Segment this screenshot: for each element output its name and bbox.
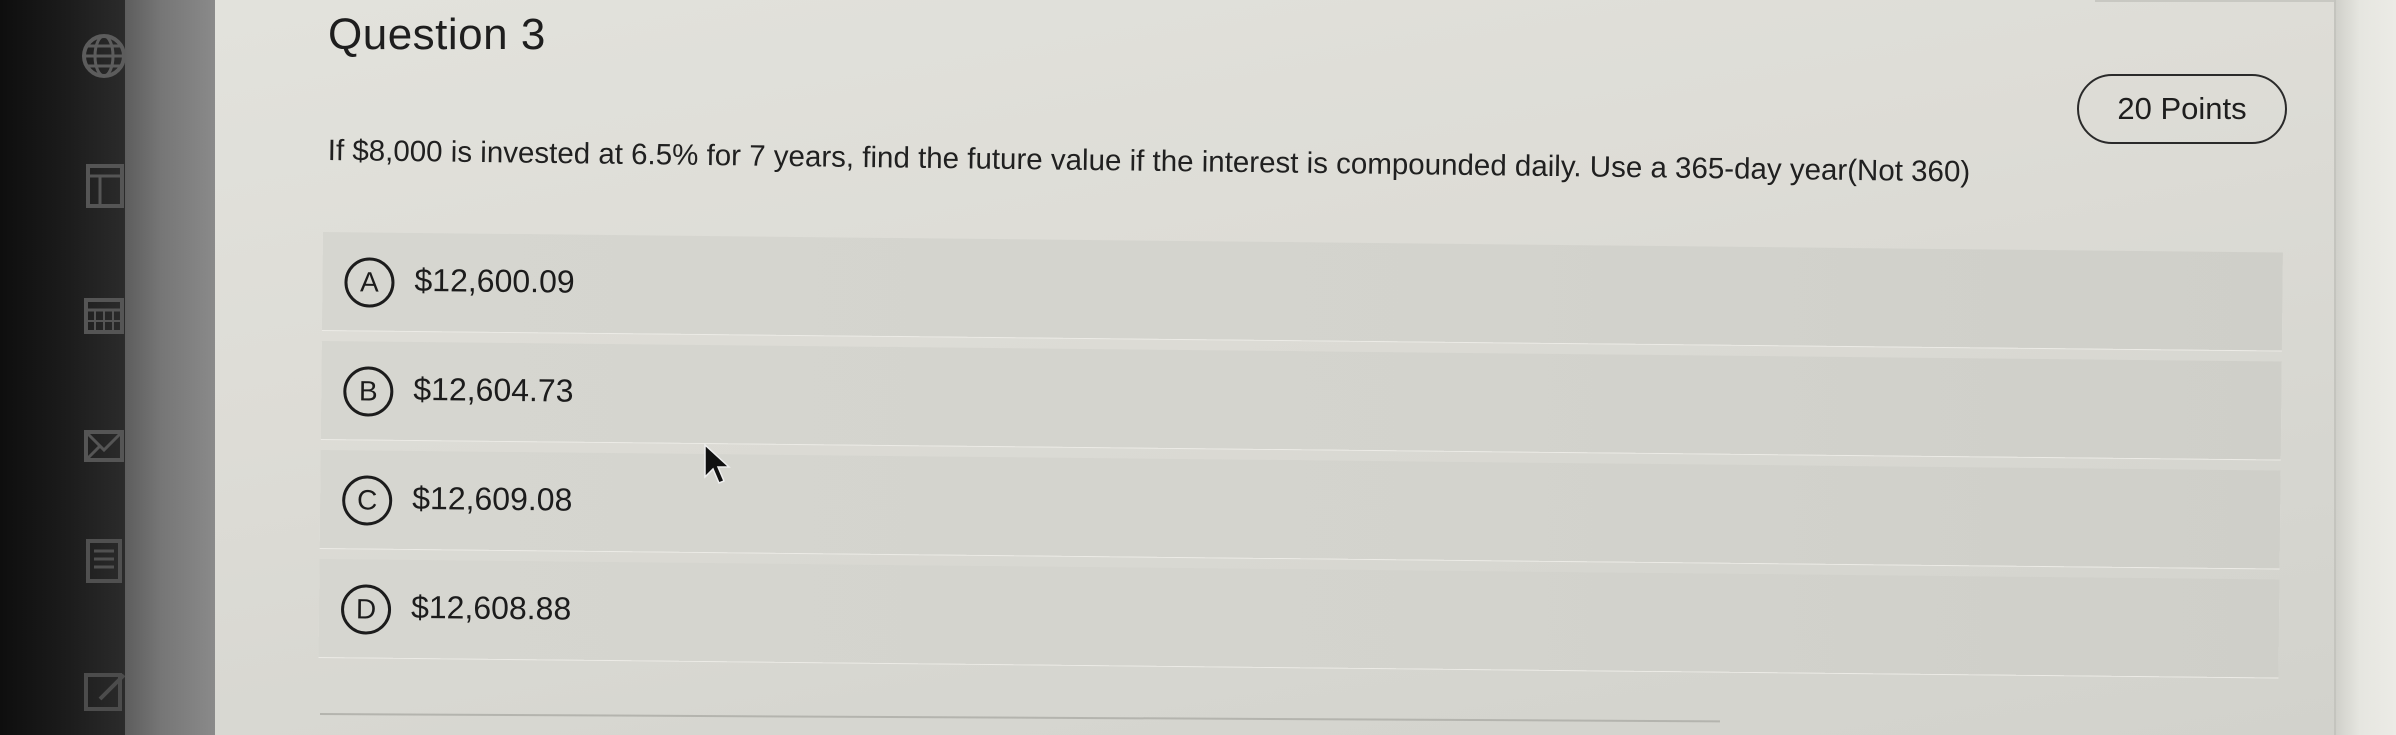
option-value: $12,608.88	[410, 588, 572, 627]
points-badge: 20 Points	[2077, 74, 2287, 144]
screen: Question 3 20 Points If $8,000 is invest…	[0, 0, 2396, 735]
document-icon-graphic	[86, 164, 124, 208]
globe-icon-graphic	[82, 34, 126, 78]
list-icon[interactable]	[78, 535, 130, 587]
panel-gutter	[125, 0, 215, 735]
option-b[interactable]: B $12,604.73	[320, 340, 2282, 460]
option-letter-badge[interactable]: A	[344, 257, 395, 308]
mail-icon[interactable]	[78, 420, 130, 472]
edit-icon-graphic	[84, 673, 126, 711]
option-letter-badge[interactable]: D	[340, 584, 392, 635]
option-letter-badge[interactable]: C	[341, 475, 393, 526]
option-d[interactable]: D $12,608.88	[318, 558, 2280, 678]
globe-icon[interactable]	[78, 30, 130, 82]
bottom-divider	[319, 713, 1720, 723]
option-a[interactable]: A $12,600.09	[321, 232, 2283, 351]
list-icon-graphic	[86, 539, 122, 583]
question-text: If $8,000 is invested at 6.5% for 7 year…	[327, 134, 1971, 189]
mouse-pointer-icon	[704, 443, 731, 484]
question-page: Question 3 20 Points If $8,000 is invest…	[215, 0, 2396, 735]
edit-icon[interactable]	[78, 665, 130, 717]
option-c[interactable]: C $12,609.08	[319, 449, 2281, 569]
answer-options: A $12,600.09 B $12,604.73 C $12,609.08 D…	[318, 232, 2283, 689]
page-right-edge	[2334, 0, 2396, 735]
option-value: $12,609.08	[412, 479, 573, 518]
document-icon[interactable]	[78, 160, 130, 212]
option-value: $12,600.09	[414, 261, 575, 300]
calendar-icon[interactable]	[78, 290, 130, 342]
option-letter-badge[interactable]: B	[343, 366, 394, 417]
calendar-icon-graphic	[84, 298, 124, 334]
question-title: Question 3	[328, 10, 546, 59]
app-rail	[0, 0, 126, 735]
mail-icon-graphic	[84, 430, 124, 462]
option-value: $12,604.73	[413, 370, 574, 409]
